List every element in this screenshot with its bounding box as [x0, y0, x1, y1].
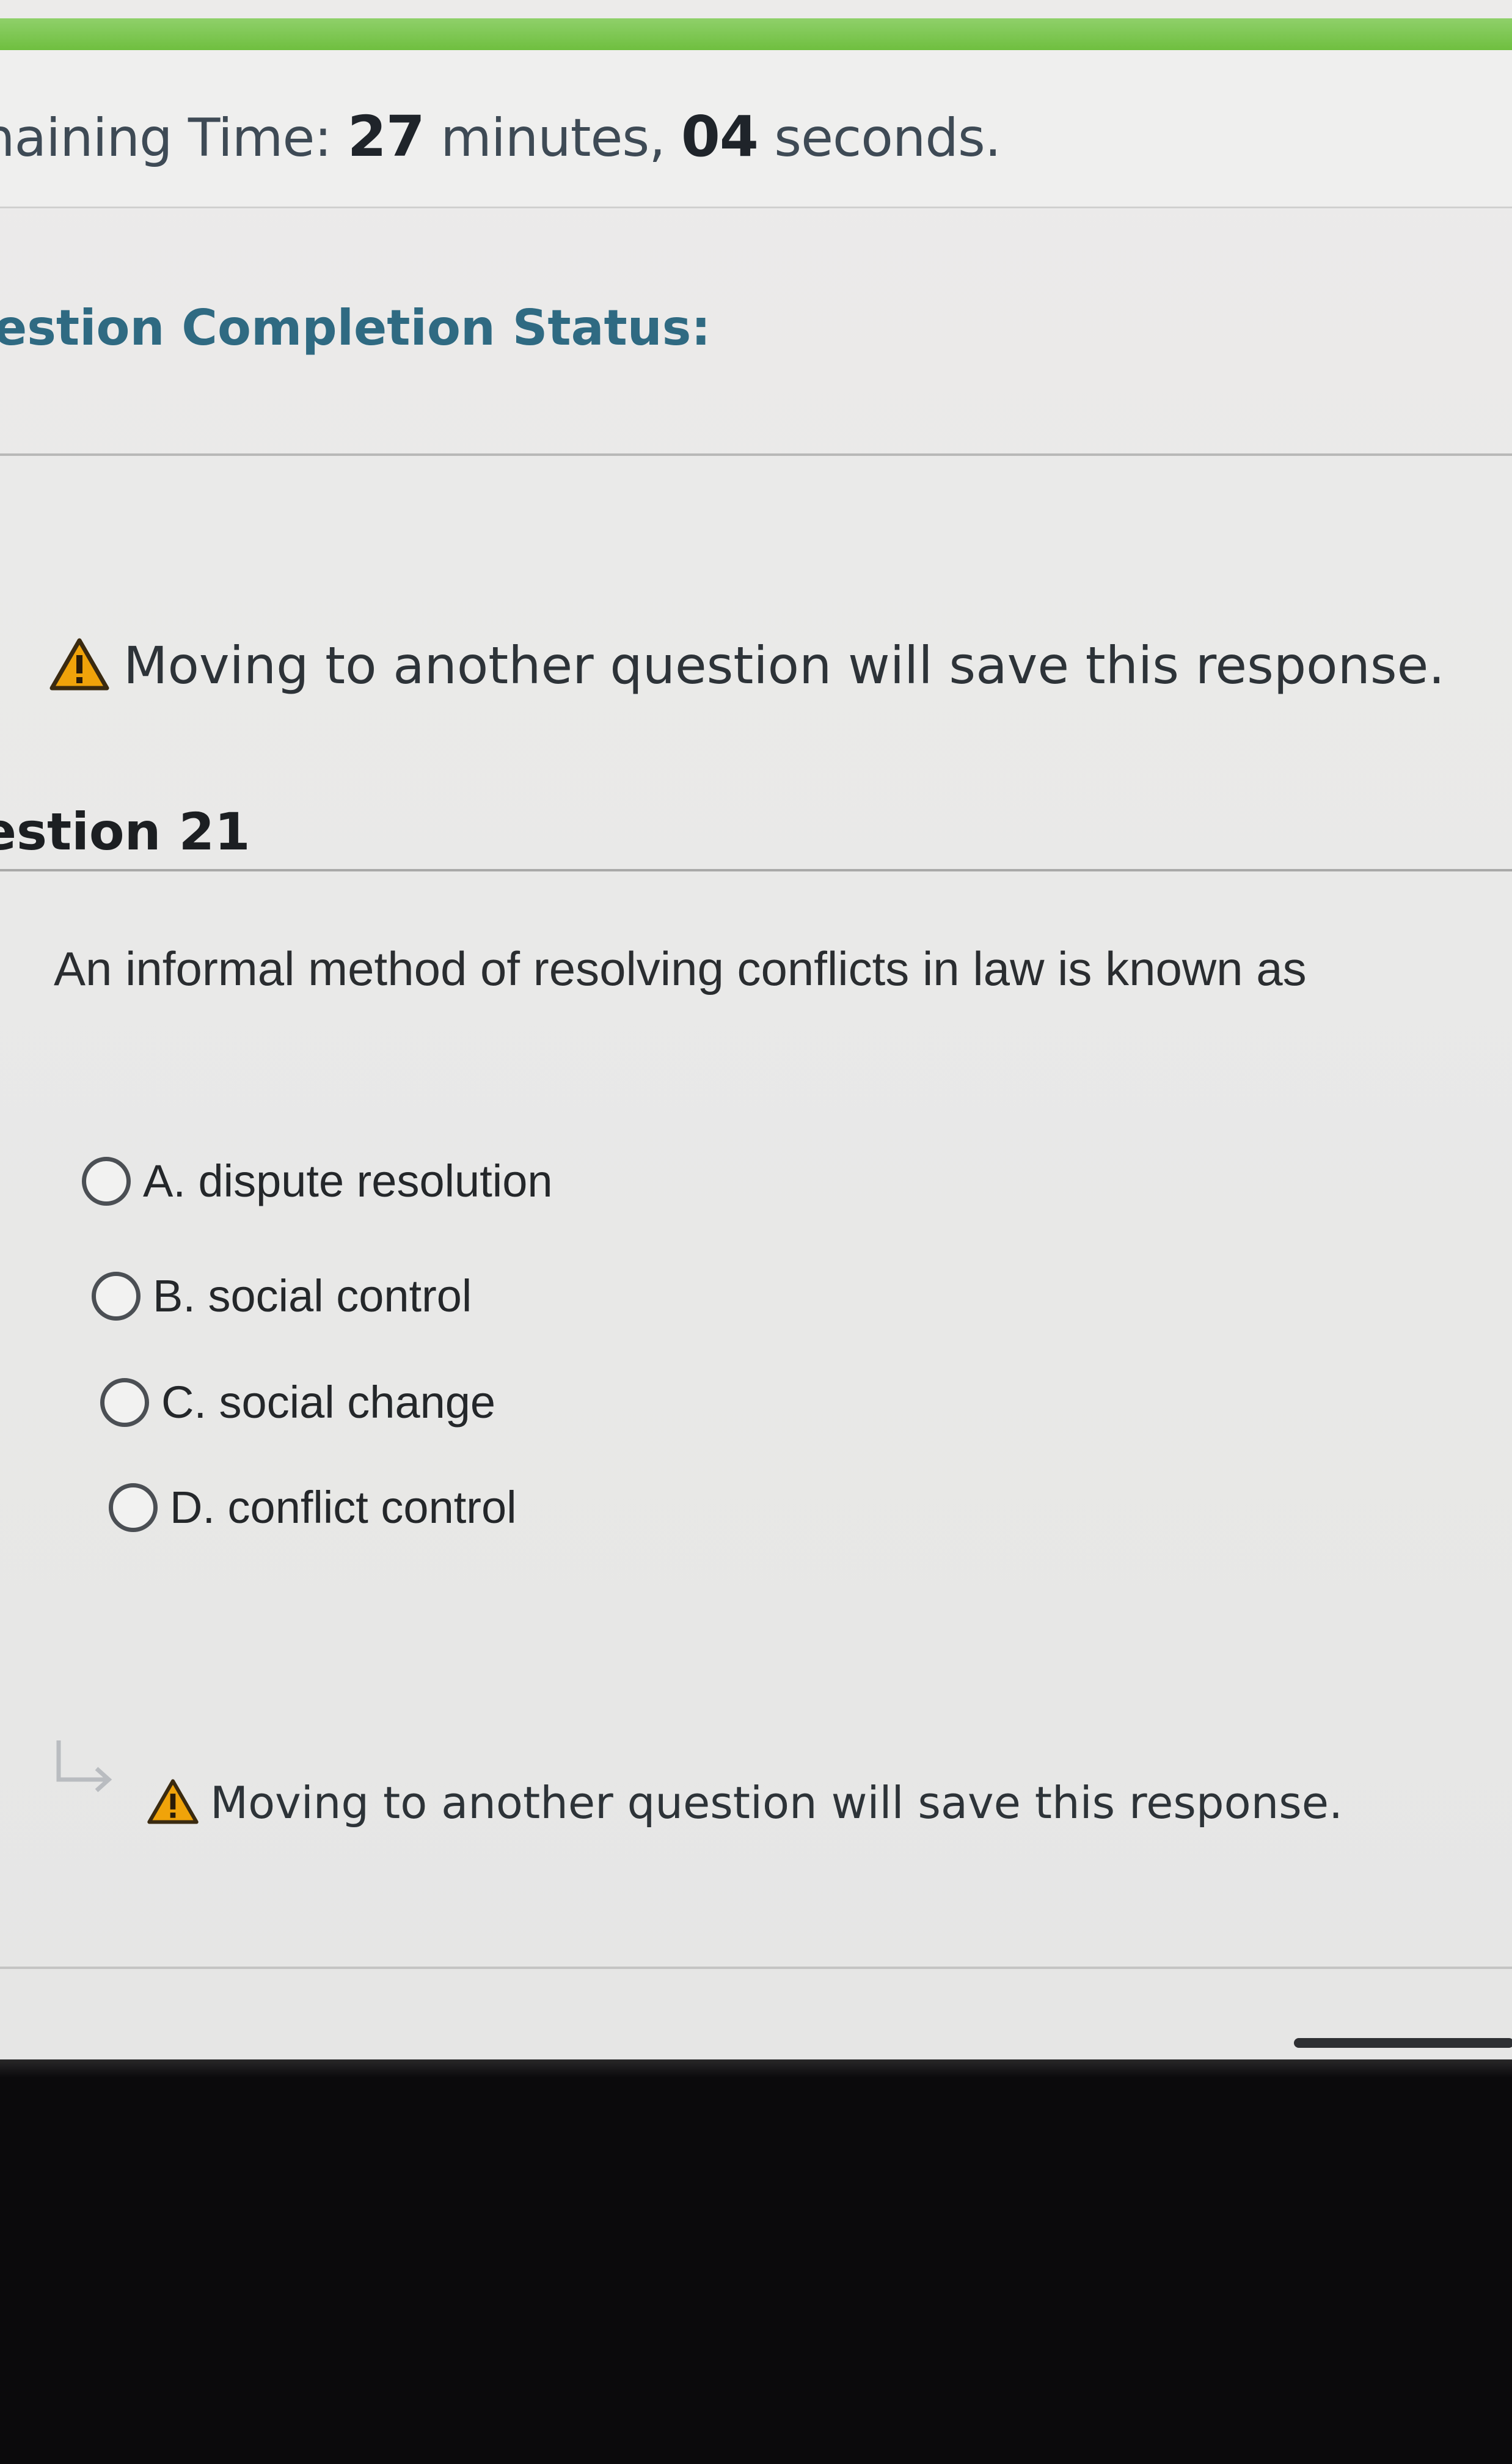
choice-label: D. conflict control [170, 1482, 517, 1533]
choice-label: B. social control [153, 1270, 472, 1321]
choice-c[interactable]: C. social change [100, 1376, 495, 1428]
choice-d[interactable]: D. conflict control [109, 1481, 517, 1533]
save-warning-bottom: Moving to another question will save thi… [147, 1777, 1343, 1828]
divider [0, 207, 1512, 208]
divider [0, 453, 1512, 456]
save-warning-text: Moving to another question will save thi… [123, 636, 1445, 695]
remaining-time: naining Time: 27 minutes, 04 seconds. [0, 104, 1001, 169]
question-text: An informal method of resolving conflict… [54, 942, 1307, 996]
completion-status-label: estion Completion Status: [0, 299, 711, 356]
choice-b[interactable]: B. social control [92, 1270, 472, 1322]
radio-button[interactable] [92, 1271, 141, 1321]
timer-seconds-unit: seconds. [758, 108, 1001, 169]
divider [0, 869, 1512, 871]
return-arrow-icon [51, 1736, 119, 1806]
warning-icon [49, 637, 110, 695]
save-warning-top: Moving to another question will save thi… [49, 636, 1445, 695]
choice-a[interactable]: A. dispute resolution [82, 1155, 553, 1207]
choice-label: C. social change [161, 1377, 496, 1428]
save-warning-text: Moving to another question will save thi… [210, 1777, 1343, 1828]
scrollbar[interactable] [1294, 2038, 1512, 2048]
top-accent-bar [0, 18, 1512, 50]
quiz-screen: naining Time: 27 minutes, 04 seconds. es… [0, 0, 1512, 2059]
divider [0, 1967, 1512, 1969]
timer-minutes: 27 [347, 104, 425, 169]
radio-button[interactable] [109, 1483, 158, 1532]
radio-button[interactable] [100, 1377, 149, 1427]
timer-seconds: 04 [681, 104, 759, 169]
choice-label: A. dispute resolution [143, 1156, 553, 1206]
question-number: estion 21 [0, 802, 250, 862]
warning-icon [147, 1778, 199, 1828]
timer-prefix: naining Time: [0, 108, 348, 169]
radio-button[interactable] [82, 1156, 131, 1206]
timer-minutes-unit: minutes, [424, 108, 681, 169]
screen-edge-shadow [0, 2059, 1512, 2078]
